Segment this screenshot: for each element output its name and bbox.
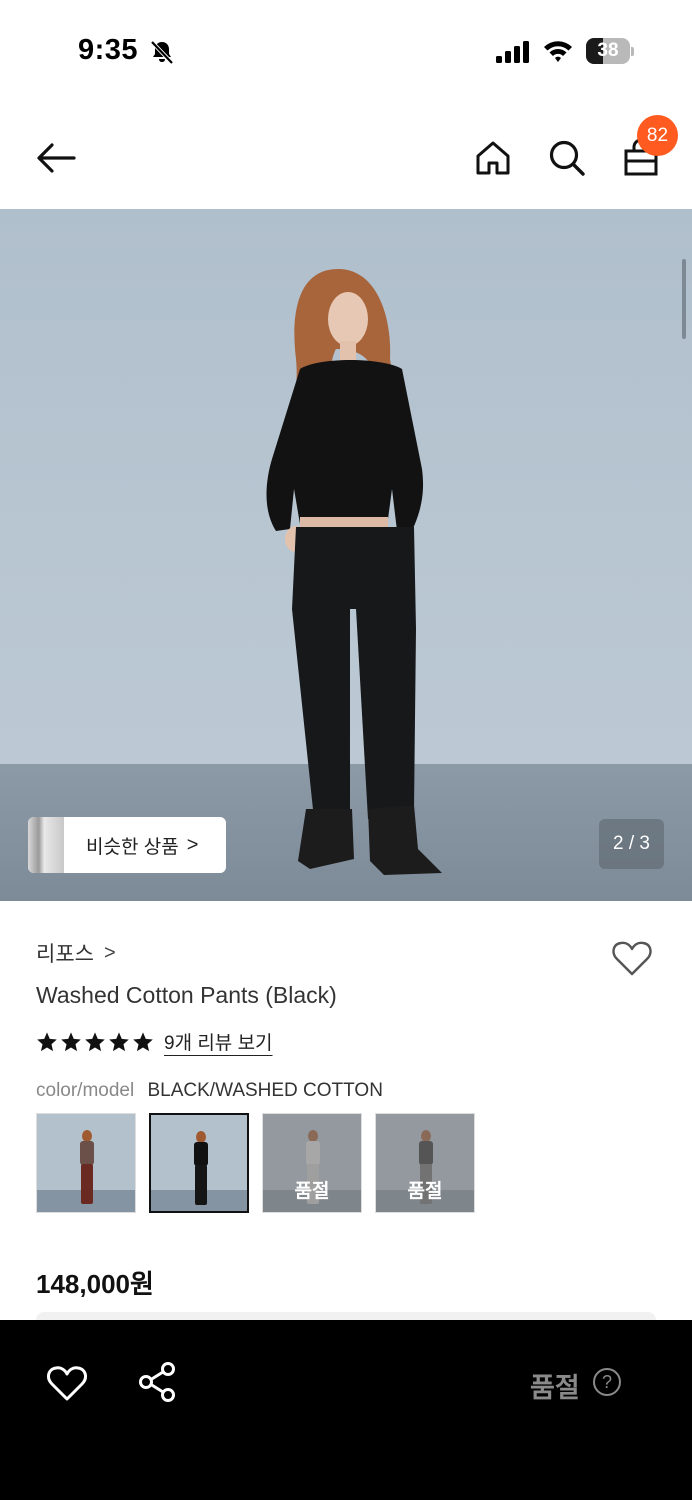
color-swatch[interactable] (36, 1113, 136, 1213)
rating-row: 9개 리뷰 보기 (36, 1028, 273, 1055)
swatch-soldout-label: 품절 (407, 1181, 443, 1202)
status-time: 9:35 (78, 34, 139, 66)
wishlist-heart-icon[interactable] (610, 936, 654, 980)
star-icon (61, 1031, 81, 1051)
battery-percent: 38 (597, 40, 619, 61)
rating-stars (36, 1031, 154, 1053)
back-button[interactable] (30, 132, 82, 184)
similar-products-button[interactable]: 비슷한 상품 > (28, 817, 226, 873)
help-circle-icon[interactable]: ? (593, 1368, 621, 1396)
color-model-row: color/model BLACK/WASHED COTTON (36, 1080, 383, 1102)
color-model-value: BLACK/WASHED COTTON (147, 1080, 383, 1101)
scroll-indicator[interactable] (682, 259, 686, 339)
home-icon (476, 141, 510, 175)
like-heart-icon[interactable] (46, 1362, 88, 1404)
similar-products-thumbnail (28, 817, 64, 873)
brand-link[interactable]: 리포스 > (36, 938, 116, 968)
soldout-label: 품절 (530, 1373, 580, 1403)
image-page-counter: 2 / 3 (599, 819, 664, 869)
arrow-left-icon (37, 143, 76, 173)
product-image-carousel[interactable]: 비슷한 상품 > 2 / 3 (0, 209, 692, 901)
star-icon (133, 1031, 153, 1051)
reviews-link[interactable]: 9개 리뷰 보기 (164, 1028, 273, 1055)
product-name: Washed Cotton Pants (Black) (36, 982, 337, 1008)
cart-count-badge: 82 (637, 115, 678, 156)
product-detail-page: 9:35 38 82 비슷한 상품 > 2 / 3 리포스 > Washed C… (0, 0, 692, 1500)
star-icon (85, 1031, 105, 1051)
status-bar: 9:35 38 (0, 0, 692, 100)
search-button[interactable] (544, 132, 590, 184)
home-button[interactable] (470, 132, 516, 184)
wifi-icon (544, 41, 572, 62)
bell-muted-icon (150, 40, 174, 65)
color-swatch[interactable] (149, 1113, 249, 1213)
top-nav (0, 110, 692, 208)
swatch-model-figure (193, 1131, 209, 1205)
share-icon[interactable] (136, 1360, 180, 1404)
color-swatch[interactable]: 품절 (375, 1113, 475, 1213)
bottom-action-bar: 품절 ? (0, 1320, 692, 1500)
search-icon (549, 140, 585, 176)
chevron-right-icon: > (186, 833, 199, 856)
star-icon (37, 1031, 57, 1051)
battery-indicator: 38 (586, 38, 634, 64)
color-swatch[interactable]: 품절 (262, 1113, 362, 1213)
similar-products-label: 비슷한 상품 (86, 836, 179, 858)
swatch-model-figure (79, 1130, 95, 1204)
color-swatches: 품절 품절 (36, 1113, 475, 1213)
cellular-signal-icon (496, 41, 529, 63)
star-icon (109, 1031, 129, 1051)
swatch-soldout-label: 품절 (294, 1181, 330, 1202)
product-price: 148,000원 (36, 1269, 154, 1299)
color-model-label: color/model (36, 1080, 135, 1101)
model-photo (266, 269, 442, 875)
brand-name: 리포스 (36, 943, 94, 966)
chevron-right-icon: > (103, 941, 116, 964)
